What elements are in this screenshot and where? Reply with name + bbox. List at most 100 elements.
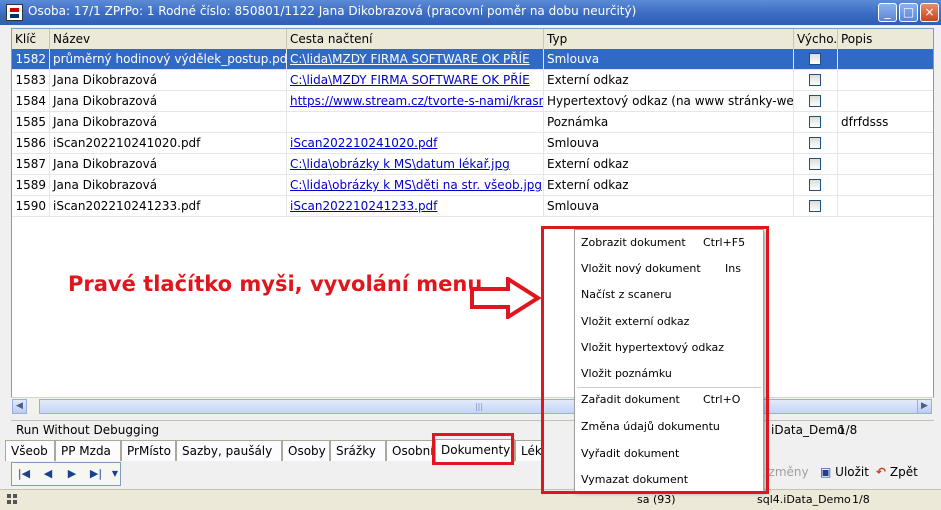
next-record-icon[interactable]: ▶	[64, 466, 80, 482]
cell-description	[838, 70, 933, 91]
tab-7[interactable]: Osobní	[386, 440, 435, 461]
tab-3[interactable]: PrMísto	[121, 440, 176, 461]
column-header-type[interactable]: Typ	[544, 29, 794, 49]
first-record-icon[interactable]: |◀	[16, 466, 32, 482]
table-row[interactable]: 1583 Jana Dikobrazová C:\lida\MZDY FIRMA S…	[12, 70, 933, 91]
tab-1[interactable]: Všeob	[5, 440, 55, 461]
save-button[interactable]: ▣ Uložit	[820, 465, 869, 479]
cell-name: průměrný hodinový výdělek_postup.pdf	[50, 49, 287, 70]
cell-type: Externí odkaz	[544, 70, 794, 91]
default-checkbox[interactable]	[809, 179, 821, 191]
cell-path[interactable]: C:\lida\MZDY FIRMA SOFTWARE OK PŘÍE	[287, 70, 544, 91]
cell-key: 1582	[12, 49, 50, 70]
column-header-key[interactable]: Klíč	[12, 29, 50, 49]
table-row[interactable]: 1587 Jana Dikobrazová C:\lida\obrázky k MS…	[12, 154, 933, 175]
grid-header: Klíč Název Cesta načtení Typ Výcho. Popi…	[12, 29, 933, 50]
documents-grid[interactable]: Klíč Název Cesta načtení Typ Výcho. Popi…	[11, 28, 934, 414]
cell-default[interactable]	[794, 154, 838, 175]
scroll-left-button[interactable]: ◀	[12, 399, 27, 414]
horizontal-scrollbar[interactable]: ◀ ||| ▶	[11, 397, 934, 415]
status-database: iData_Demo	[771, 423, 845, 437]
status-grip-icon	[6, 493, 18, 505]
default-checkbox[interactable]	[809, 158, 821, 170]
table-row[interactable]: 1584 Jana Dikobrazová https://www.stream.c…	[12, 91, 933, 112]
cell-name: Jana Dikobrazová	[50, 91, 287, 112]
cell-name: Jana Dikobrazová	[50, 154, 287, 175]
path-link[interactable]: iScan202210241233.pdf	[290, 199, 437, 213]
path-link[interactable]: C:\lida\MZDY FIRMA SOFTWARE OK PŘÍE	[290, 52, 530, 66]
column-header-path[interactable]: Cesta načtení	[287, 29, 544, 49]
cell-path[interactable]: iScan202210241233.pdf	[287, 196, 544, 217]
cell-default[interactable]	[794, 49, 838, 70]
window-title: Osoba: 17/1 ZPrPo: 1 Rodné číslo: 850801…	[28, 4, 637, 18]
table-row[interactable]: 1585 Jana Dikobrazová Poznámka dfrfdsss	[12, 112, 933, 133]
table-row[interactable]: 1582 průměrný hodinový výdělek_postup.pdf…	[12, 49, 933, 70]
cell-type: Hypertextový odkaz (na www stránky-web)	[544, 91, 794, 112]
cell-default[interactable]	[794, 91, 838, 112]
table-row[interactable]: 1590 iScan202210241233.pdf iScan2022102412…	[12, 196, 933, 217]
status-text: Run Without Debugging	[16, 423, 160, 437]
path-link[interactable]: C:\lida\obrázky k MS\datum lékař.jpg	[290, 157, 510, 171]
minimize-button[interactable]: _	[878, 3, 897, 22]
default-checkbox[interactable]	[809, 200, 821, 212]
cell-description	[838, 175, 933, 196]
default-checkbox[interactable]	[809, 137, 821, 149]
save-label: Uložit	[835, 465, 869, 479]
cell-name: Jana Dikobrazová	[50, 70, 287, 91]
cell-type: Poznámka	[544, 112, 794, 133]
bottom-status-user: sa (93)	[637, 493, 676, 506]
default-checkbox[interactable]	[809, 74, 821, 86]
column-header-default[interactable]: Výcho.	[794, 29, 838, 49]
cell-type: Smlouva	[544, 196, 794, 217]
tab-5[interactable]: Osoby	[282, 440, 330, 461]
table-row[interactable]: 1589 Jana Dikobrazová C:\lida\obrázky k MS…	[12, 175, 933, 196]
tab-6[interactable]: Srážky	[330, 440, 386, 461]
scroll-right-button[interactable]: ▶	[917, 399, 932, 414]
scroll-thumb[interactable]: |||	[39, 399, 919, 414]
cell-description	[838, 196, 933, 217]
cell-path[interactable]: https://www.stream.cz/tvorte-s-nami/kras…	[287, 91, 544, 112]
save-icon: ▣	[820, 465, 832, 479]
cell-path[interactable]: C:\lida\MZDY FIRMA SOFTWARE OK PŘÍE	[287, 49, 544, 70]
path-link[interactable]: C:\lida\MZDY FIRMA SOFTWARE OK PŘÍE	[290, 73, 530, 87]
path-link[interactable]: iScan202210241020.pdf	[290, 136, 437, 150]
cell-default[interactable]	[794, 196, 838, 217]
tab-4[interactable]: Sazby, paušály	[176, 440, 282, 461]
cell-type: Smlouva	[544, 133, 794, 154]
bottom-status-bar: sa (93) sql4.iData_Demo 1/8	[0, 489, 941, 510]
default-checkbox[interactable]	[809, 116, 821, 128]
cell-default[interactable]	[794, 133, 838, 154]
cell-key: 1586	[12, 133, 50, 154]
path-link[interactable]: C:\lida\obrázky k MS\děti na str. všeob.…	[290, 178, 542, 192]
cell-default[interactable]	[794, 175, 838, 196]
last-record-icon[interactable]: ▶|	[88, 466, 104, 482]
chevron-down-icon[interactable]: ▼	[107, 466, 123, 482]
cell-default[interactable]	[794, 112, 838, 133]
default-checkbox[interactable]	[809, 53, 821, 65]
cell-path[interactable]	[287, 112, 544, 133]
cell-path[interactable]: C:\lida\obrázky k MS\datum lékař.jpg	[287, 154, 544, 175]
default-checkbox[interactable]	[809, 95, 821, 107]
column-header-description[interactable]: Popis	[838, 29, 933, 49]
cell-default[interactable]	[794, 70, 838, 91]
back-button[interactable]: ↶ Zpět	[876, 465, 918, 479]
back-label: Zpět	[889, 465, 918, 479]
cell-path[interactable]: C:\lida\obrázky k MS\děti na str. všeob.…	[287, 175, 544, 196]
tab-9[interactable]: Lék	[515, 440, 543, 461]
prev-record-icon[interactable]: ◀	[40, 466, 56, 482]
cell-key: 1587	[12, 154, 50, 175]
tab-2[interactable]: PP Mzda	[55, 440, 121, 461]
cell-type: Externí odkaz	[544, 175, 794, 196]
highlight-frame-tab	[432, 433, 514, 465]
cell-name: iScan202210241233.pdf	[50, 196, 287, 217]
table-row[interactable]: 1586 iScan202210241020.pdf iScan2022102410…	[12, 133, 933, 154]
bottom-status-page: 1/8	[852, 493, 870, 506]
maximize-button[interactable]: □	[899, 3, 918, 22]
cell-type: Externí odkaz	[544, 154, 794, 175]
cell-path[interactable]: iScan202210241020.pdf	[287, 133, 544, 154]
column-header-name[interactable]: Název	[50, 29, 287, 49]
cell-description	[838, 49, 933, 70]
close-button[interactable]: ×	[920, 3, 939, 22]
app-icon[interactable]	[6, 4, 23, 21]
path-link[interactable]: https://www.stream.cz/tvorte-s-nami/kras…	[290, 94, 543, 108]
